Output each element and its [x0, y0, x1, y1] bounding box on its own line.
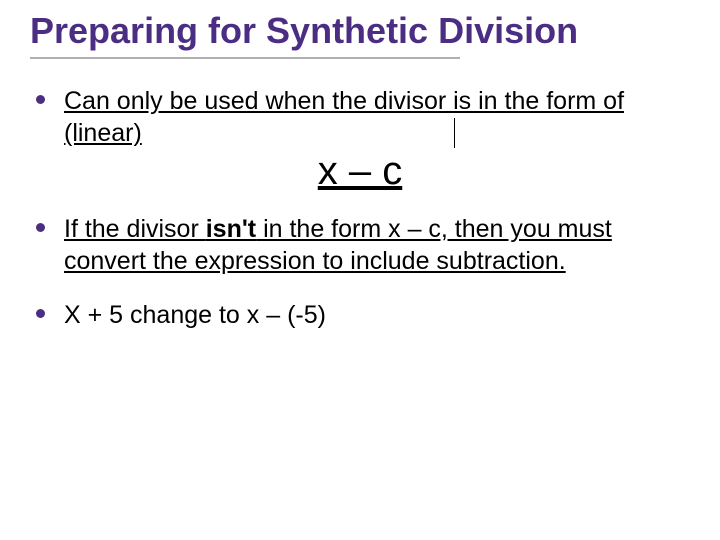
slide: Preparing for Synthetic Division Can onl…: [0, 0, 720, 540]
formula-x-minus-c: x – c: [30, 151, 690, 191]
bullet-item-3: X + 5 change to x – (-5): [30, 299, 690, 331]
slide-title: Preparing for Synthetic Division: [30, 10, 690, 51]
bullet-2-pre: If the divisor: [64, 215, 206, 243]
bullet-2-bold: isn't: [206, 215, 256, 243]
title-underline: [30, 57, 460, 59]
bullet-3-text: X + 5 change to x – (-5): [64, 301, 326, 329]
bullet-1-text: Can only be used when the divisor is in …: [64, 87, 624, 147]
bullet-item-1: Can only be used when the divisor is in …: [30, 85, 690, 191]
bullet-item-2: If the divisor isn't in the form x – c, …: [30, 213, 690, 277]
bullet-list: Can only be used when the divisor is in …: [30, 85, 690, 331]
